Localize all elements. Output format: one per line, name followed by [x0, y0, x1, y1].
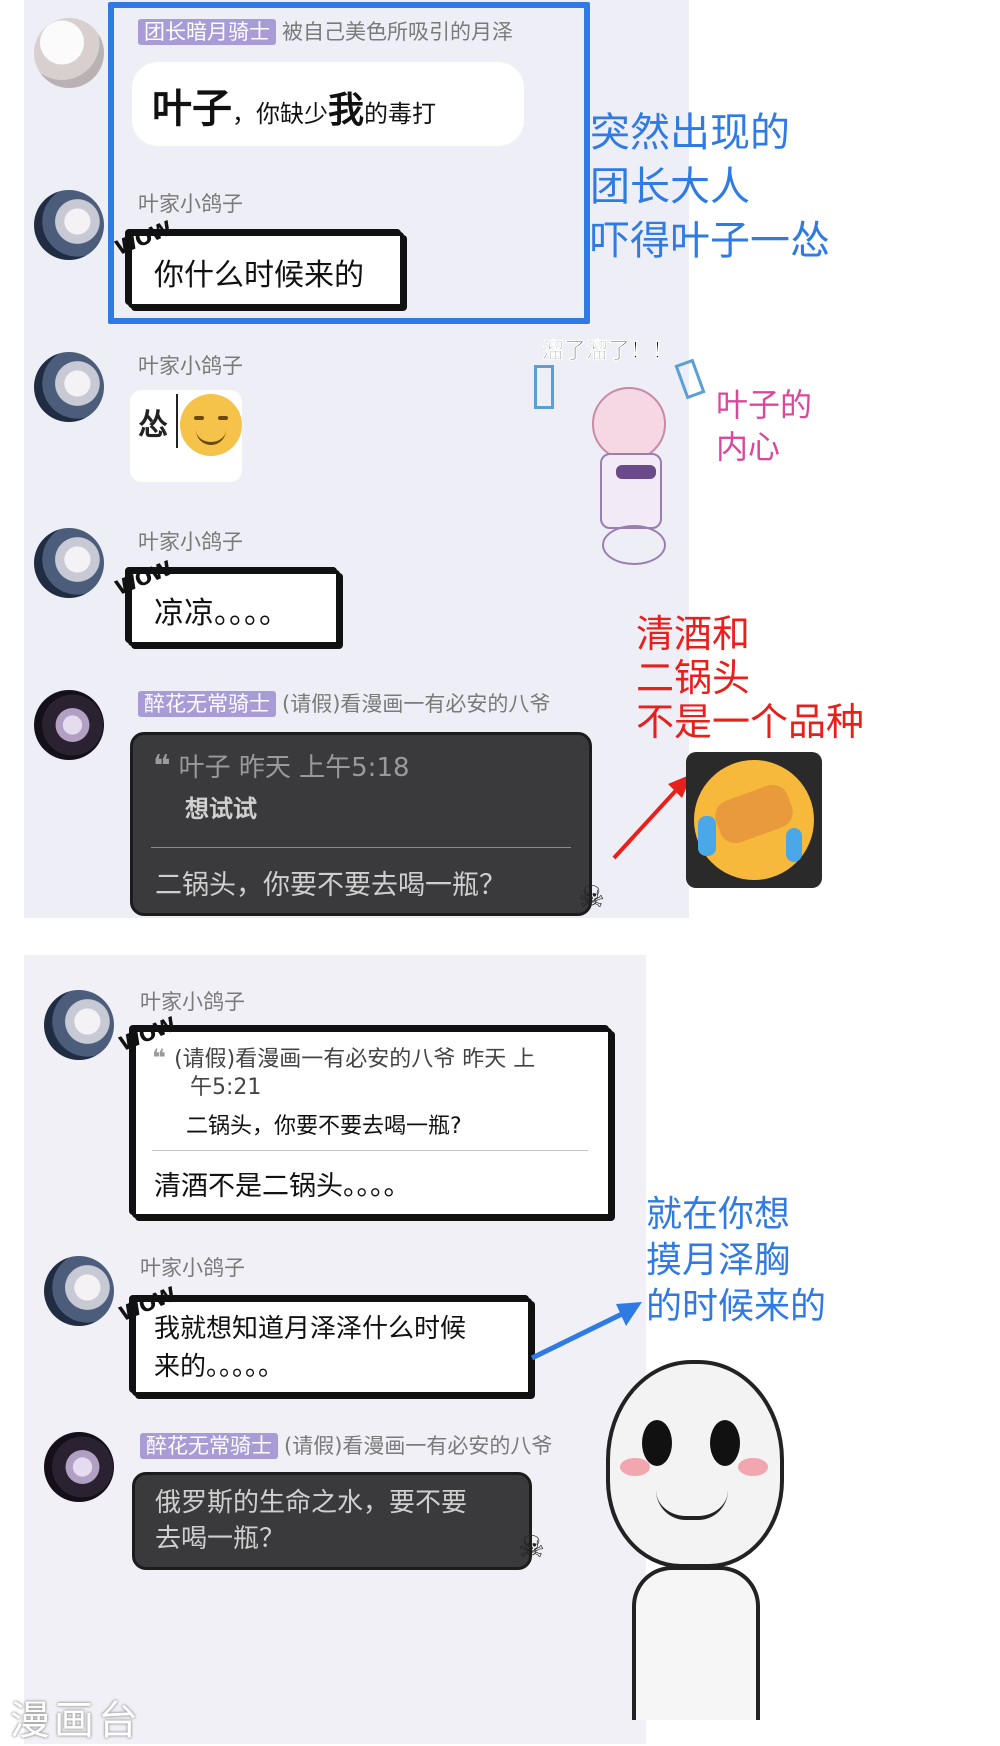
- message-text: 二锅头，你要不要去喝一瓶？: [155, 870, 506, 901]
- annotation-line: 内心: [716, 428, 781, 466]
- sender-name: 叶家小鸽子: [140, 1256, 245, 1280]
- avatar[interactable]: [44, 990, 114, 1060]
- quote-header: ❝ 叶子 昨天 上午5:18: [153, 747, 410, 784]
- quote-icon: ❝: [152, 1044, 167, 1072]
- avatar[interactable]: [34, 190, 104, 260]
- annotation-blue-2: 就在你想 摸月泽胸 的时候来的: [646, 1192, 826, 1330]
- skull-icon: ☠: [578, 880, 605, 915]
- sender-name: (请假)看漫画一有必安的八爷: [284, 1434, 553, 1458]
- meme-face-sticker: [560, 1340, 820, 1744]
- annotation-pink: 叶子的 内心: [716, 384, 812, 468]
- motion-mark: [534, 365, 554, 409]
- message-text: 凉凉。。。。: [154, 596, 289, 631]
- chibi-sticker: 溜了溜了！！: [530, 325, 730, 575]
- annotation-line: 就在你想: [646, 1194, 791, 1235]
- sender-name: 叶家小鸽子: [138, 530, 243, 554]
- message-line: 来的。。。。。: [154, 1352, 285, 1382]
- avatar[interactable]: [34, 528, 104, 598]
- annotation-line: 突然出现的: [590, 110, 790, 156]
- quote-divider: [152, 1150, 588, 1151]
- quote-author-time: (请假)看漫画一有必安的八爷 昨天 上: [174, 1047, 536, 1072]
- quote-icon: ❝: [153, 749, 171, 784]
- smile-face-icon: [180, 394, 242, 456]
- sender-name: 叶家小鸽子: [138, 354, 243, 378]
- avatar[interactable]: [34, 18, 104, 88]
- avatar[interactable]: [34, 352, 104, 422]
- message-text: 清酒不是二锅头。。。。: [154, 1171, 411, 1202]
- annotation-red: 清酒和 二锅头 不是一个品种: [636, 612, 864, 744]
- quote-divider: [151, 847, 571, 848]
- sender-name: 叶家小鸽子: [140, 990, 245, 1014]
- annotation-line: 摸月泽胸: [646, 1240, 791, 1281]
- annotation-line: 二锅头: [636, 656, 751, 700]
- quote-header: ❝ (请假)看漫画一有必安的八爷 昨天 上 午5:21: [152, 1044, 535, 1102]
- avatar[interactable]: [34, 690, 104, 760]
- motion-mark: [674, 358, 706, 400]
- message-bubble-dark[interactable]: 俄罗斯的生命之水，要不要 去喝一瓶？: [132, 1472, 532, 1570]
- watermark: 漫画台: [10, 1698, 142, 1744]
- annotation-line: 叶子的: [716, 386, 813, 424]
- highlight-frame: [108, 2, 590, 324]
- skull-icon: ☠: [518, 1530, 545, 1565]
- chibi-swirl: [602, 525, 666, 565]
- annotation-line: 吓得叶子一怂: [590, 218, 830, 264]
- reply-bubble[interactable]: ❝ (请假)看漫画一有必安的八爷 昨天 上 午5:21 二锅头，你要不要去喝一瓶?…: [132, 1028, 612, 1218]
- crying-emoji-icon: [686, 752, 822, 888]
- annotation-line: 不是一个品种: [636, 700, 865, 744]
- sticker-caption: 溜了溜了！！: [542, 339, 675, 365]
- avatar[interactable]: [44, 1432, 114, 1502]
- sender-name: (请假)看漫画一有必安的八爷: [282, 692, 551, 716]
- message-bubble[interactable]: 我就想知道月泽泽什么时候 来的。。。。。: [132, 1298, 532, 1396]
- reply-bubble-dark[interactable]: ❝ 叶子 昨天 上午5:18 想试试 二锅头，你要不要去喝一瓶？: [130, 732, 592, 916]
- message-line: 我就想知道月泽泽什么时候: [154, 1314, 467, 1344]
- quote-author-time: 叶子 昨天 上午5:18: [178, 753, 410, 783]
- quote-text: 想试试: [185, 795, 257, 823]
- message-text: 俄罗斯的生命之水，要不要 去喝一瓶？: [155, 1485, 467, 1557]
- sender-row: 醉花无常骑士 (请假)看漫画一有必安的八爷: [138, 688, 550, 718]
- sticker-line: [176, 394, 178, 448]
- message-line: 去喝一瓶？: [155, 1524, 286, 1554]
- annotation-blue: 突然出现的 团长大人 吓得叶子一怂: [590, 106, 830, 268]
- sender-row: 醉花无常骑士 (请假)看漫画一有必安的八爷: [140, 1430, 552, 1460]
- annotation-line: 清酒和: [636, 612, 751, 656]
- title-badge: 醉花无常骑士: [138, 691, 276, 717]
- quote-text: 二锅头，你要不要去喝一瓶?: [186, 1114, 462, 1139]
- message-line: 俄罗斯的生命之水，要不要: [155, 1488, 468, 1518]
- title-badge: 醉花无常骑士: [140, 1433, 278, 1459]
- sticker-message[interactable]: 怂: [130, 390, 242, 482]
- chibi-head: [592, 387, 666, 461]
- avatar[interactable]: [44, 1256, 114, 1326]
- quote-time: 午5:21: [190, 1075, 262, 1100]
- annotation-line: 的时候来的: [646, 1286, 827, 1327]
- chibi-bow: [616, 465, 656, 479]
- annotation-line: 团长大人: [590, 164, 750, 210]
- message-text: 我就想知道月泽泽什么时候 来的。。。。。: [154, 1310, 466, 1386]
- sticker-text: 怂: [138, 408, 168, 443]
